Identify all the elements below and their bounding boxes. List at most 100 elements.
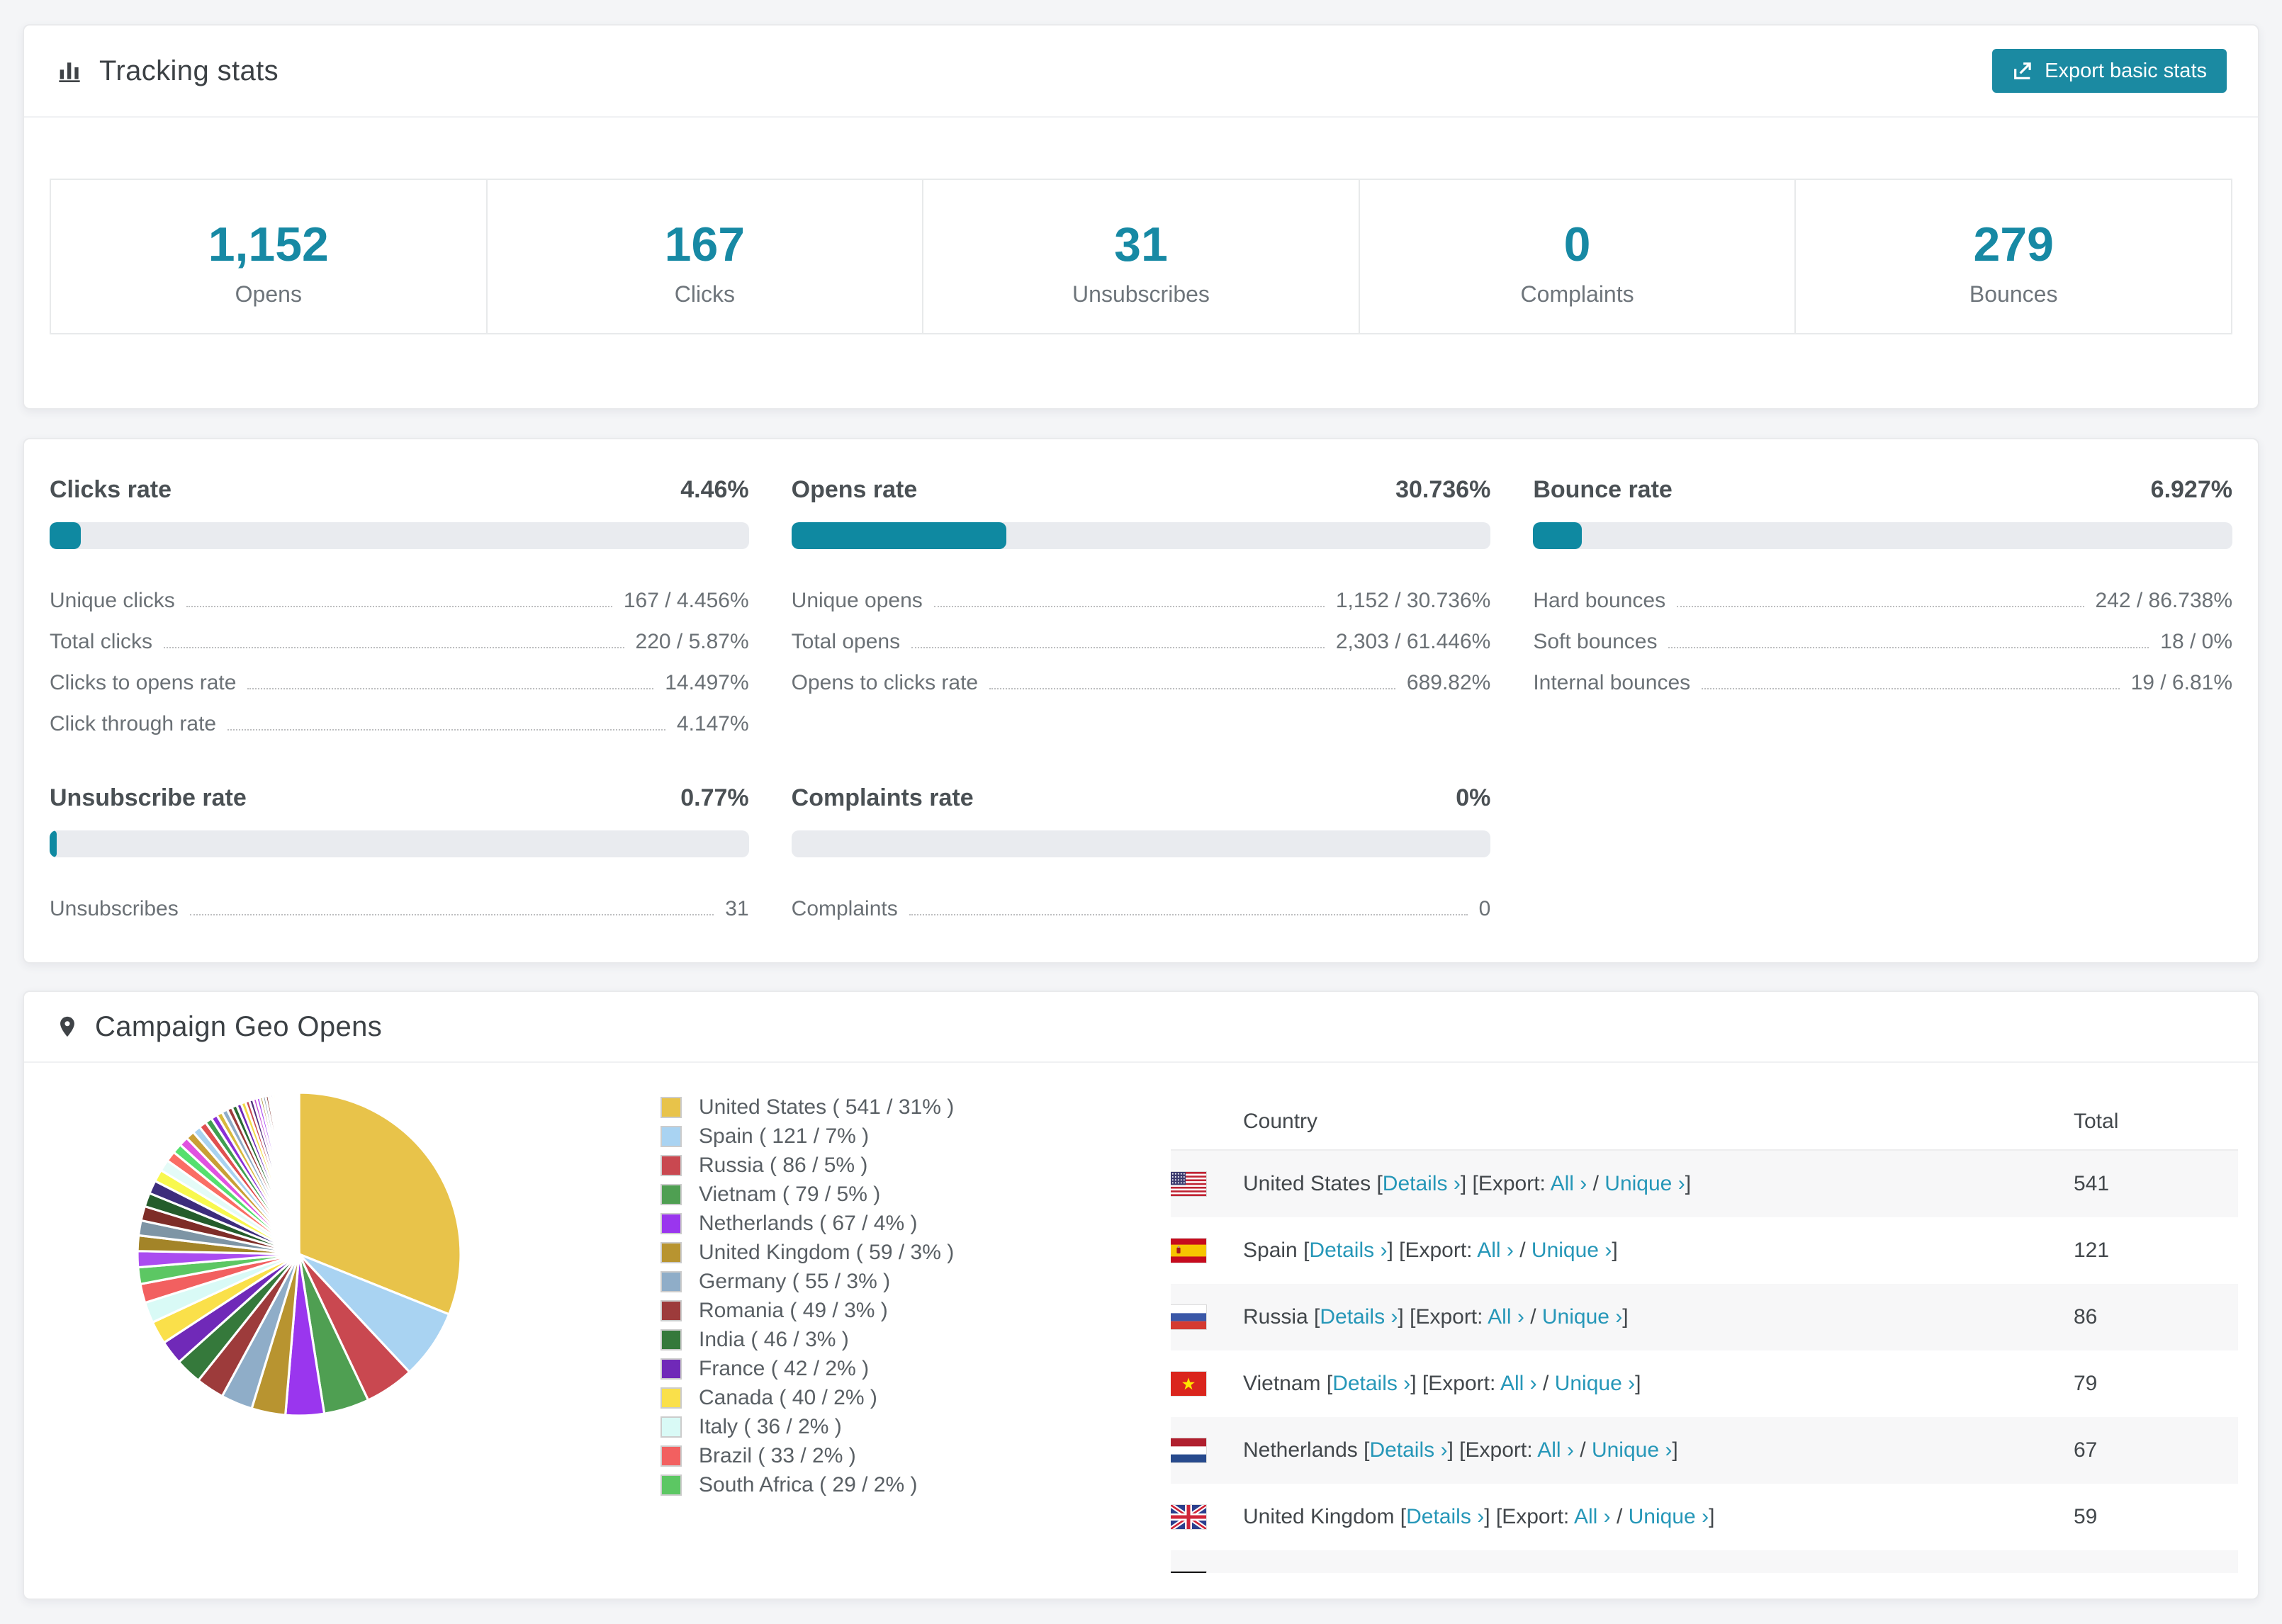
legend-item-germany[interactable]: Germany ( 55 / 3% ) — [661, 1267, 954, 1296]
dotted-leader — [189, 914, 714, 915]
export-all-link[interactable]: All › — [1510, 1572, 1547, 1573]
row-total: 59 — [2074, 1505, 2098, 1528]
export-unique-link[interactable]: Unique › — [1555, 1372, 1635, 1395]
row-text: United States [Details ›] [Export: All ›… — [1243, 1172, 1692, 1195]
stat-label: Opens — [235, 281, 302, 307]
detail-row: Internal bounces 19 / 6.81% — [1533, 654, 2232, 695]
details-link[interactable]: Details › — [1332, 1372, 1410, 1395]
export-unique-link[interactable]: Unique › — [1565, 1572, 1645, 1573]
details-link[interactable]: Details › — [1342, 1572, 1420, 1573]
details-link[interactable]: Details › — [1309, 1239, 1387, 1262]
legend-item-vietnam[interactable]: Vietnam ( 79 / 5% ) — [661, 1180, 954, 1209]
detail-value: 2,303 / 61.446% — [1335, 630, 1491, 653]
detail-row: Unique clicks 167 / 4.456% — [50, 572, 749, 613]
rate-detail-rows: Unsubscribes 31 — [50, 880, 749, 921]
legend-item-united-kingdom[interactable]: United Kingdom ( 59 / 3% ) — [661, 1238, 954, 1267]
rate-block-opens-rate: Opens rate 30.736% Unique opens 1,152 / 30.… — [791, 476, 1491, 736]
detail-label: Hard bounces — [1533, 589, 1666, 612]
country-name: Russia — [1243, 1305, 1308, 1329]
rate-value: 6.927% — [2150, 476, 2232, 503]
rate-progress-fill — [50, 830, 57, 857]
legend-value: ( 541 / 31% ) — [826, 1095, 955, 1119]
export-all-link[interactable]: All › — [1574, 1505, 1611, 1528]
legend-swatch — [661, 1270, 682, 1292]
table-row-us: United States [Details ›] [Export: All ›… — [1171, 1151, 2238, 1217]
legend-value: ( 36 / 2% ) — [738, 1414, 842, 1438]
export-unique-link[interactable]: Unique › — [1531, 1239, 1612, 1262]
rate-progress-fill — [50, 522, 81, 549]
stat-box-opens: 1,152 Opens — [50, 179, 488, 334]
legend-label: India — [699, 1327, 746, 1351]
rate-value: 4.46% — [680, 476, 749, 503]
country-name: Netherlands — [1243, 1438, 1358, 1462]
legend-value: ( 86 / 5% ) — [763, 1153, 868, 1177]
detail-label: Soft bounces — [1533, 630, 1658, 653]
rate-progress-bar — [50, 522, 749, 549]
legend-value: ( 67 / 4% ) — [813, 1211, 918, 1235]
geo-title: Campaign Geo Opens — [95, 1010, 383, 1042]
export-all-link[interactable]: All › — [1551, 1172, 1587, 1195]
legend-item-russia[interactable]: Russia ( 86 / 5% ) — [661, 1151, 954, 1180]
legend-swatch — [661, 1096, 682, 1118]
legend-value: ( 42 / 2% ) — [765, 1356, 870, 1380]
stat-value: 167 — [664, 217, 746, 271]
detail-label: Complaints — [791, 897, 898, 920]
details-link[interactable]: Details › — [1406, 1505, 1484, 1528]
dotted-leader — [247, 688, 654, 689]
detail-row: Unique opens 1,152 / 30.736% — [792, 572, 1491, 613]
export-all-link[interactable]: All › — [1500, 1372, 1537, 1395]
rate-progress-bar — [791, 830, 1491, 857]
rate-title: Bounce rate — [1533, 476, 1673, 503]
detail-row: Total clicks 220 / 5.87% — [50, 613, 749, 654]
legend-item-canada[interactable]: Canada ( 40 / 2% ) — [661, 1383, 954, 1412]
export-all-link[interactable]: All › — [1477, 1239, 1514, 1262]
details-link[interactable]: Details › — [1383, 1172, 1461, 1195]
legend-swatch — [661, 1154, 682, 1176]
rate-block-bounce-rate: Bounce rate 6.927% Hard bounces 242 / 86.73… — [1533, 476, 2232, 736]
rate-detail-rows: Hard bounces 242 / 86.738% Soft bounces 18 … — [1533, 572, 2232, 695]
export-all-link[interactable]: All › — [1488, 1305, 1524, 1329]
export-unique-link[interactable]: Unique › — [1604, 1172, 1685, 1195]
stat-label: Bounces — [1969, 281, 2058, 307]
export-label: Export: — [1405, 1239, 1473, 1262]
legend-item-brazil[interactable]: Brazil ( 33 / 2% ) — [661, 1441, 954, 1470]
detail-value: 0 — [1478, 897, 1491, 920]
export-basic-stats-button[interactable]: Export basic stats — [1992, 49, 2227, 93]
legend-label: United States — [699, 1095, 827, 1119]
export-unique-link[interactable]: Unique › — [1629, 1505, 1709, 1528]
detail-row: Click through rate 4.147% — [50, 695, 749, 736]
legend-label: France — [699, 1356, 765, 1380]
legend-swatch — [661, 1125, 682, 1147]
detail-row: Total opens 2,303 / 61.446% — [792, 613, 1491, 654]
legend-item-spain[interactable]: Spain ( 121 / 7% ) — [661, 1122, 954, 1151]
table-row-es: Spain [Details ›] [Export: All › / Uniqu… — [1171, 1217, 2238, 1284]
legend-swatch — [661, 1416, 682, 1438]
legend-item-united-states[interactable]: United States ( 541 / 31% ) — [661, 1093, 954, 1122]
rate-title: Opens rate — [791, 476, 918, 503]
legend-value: ( 29 / 2% ) — [813, 1472, 918, 1496]
geo-pie-chart[interactable] — [130, 1086, 468, 1423]
detail-label: Unique opens — [791, 589, 923, 612]
export-all-link[interactable]: All › — [1537, 1438, 1574, 1462]
legend-swatch — [661, 1474, 682, 1496]
geo-opens-card: Campaign Geo Opens United States ( 541 /… — [23, 991, 2259, 1600]
legend-item-france[interactable]: France ( 42 / 2% ) — [661, 1354, 954, 1383]
export-unique-link[interactable]: Unique › — [1542, 1305, 1622, 1329]
legend-item-india[interactable]: India ( 46 / 3% ) — [661, 1325, 954, 1354]
legend-swatch — [661, 1183, 682, 1205]
dotted-leader — [933, 606, 1325, 607]
detail-value: 18 / 0% — [2160, 630, 2232, 653]
details-link[interactable]: Details › — [1369, 1438, 1447, 1462]
stat-label: Complaints — [1520, 281, 1634, 307]
rate-title: Complaints rate — [791, 784, 974, 811]
rate-title: Clicks rate — [50, 476, 172, 503]
legend-item-south-africa[interactable]: South Africa ( 29 / 2% ) — [661, 1470, 954, 1499]
legend-item-netherlands[interactable]: Netherlands ( 67 / 4% ) — [661, 1209, 954, 1238]
legend-item-italy[interactable]: Italy ( 36 / 2% ) — [661, 1412, 954, 1441]
export-unique-link[interactable]: Unique › — [1592, 1438, 1672, 1462]
row-total: 79 — [2074, 1372, 2098, 1395]
details-link[interactable]: Details › — [1320, 1305, 1398, 1329]
gb-flag-icon — [1171, 1505, 1206, 1529]
detail-value: 220 / 5.87% — [635, 630, 749, 653]
legend-item-romania[interactable]: Romania ( 49 / 3% ) — [661, 1296, 954, 1325]
